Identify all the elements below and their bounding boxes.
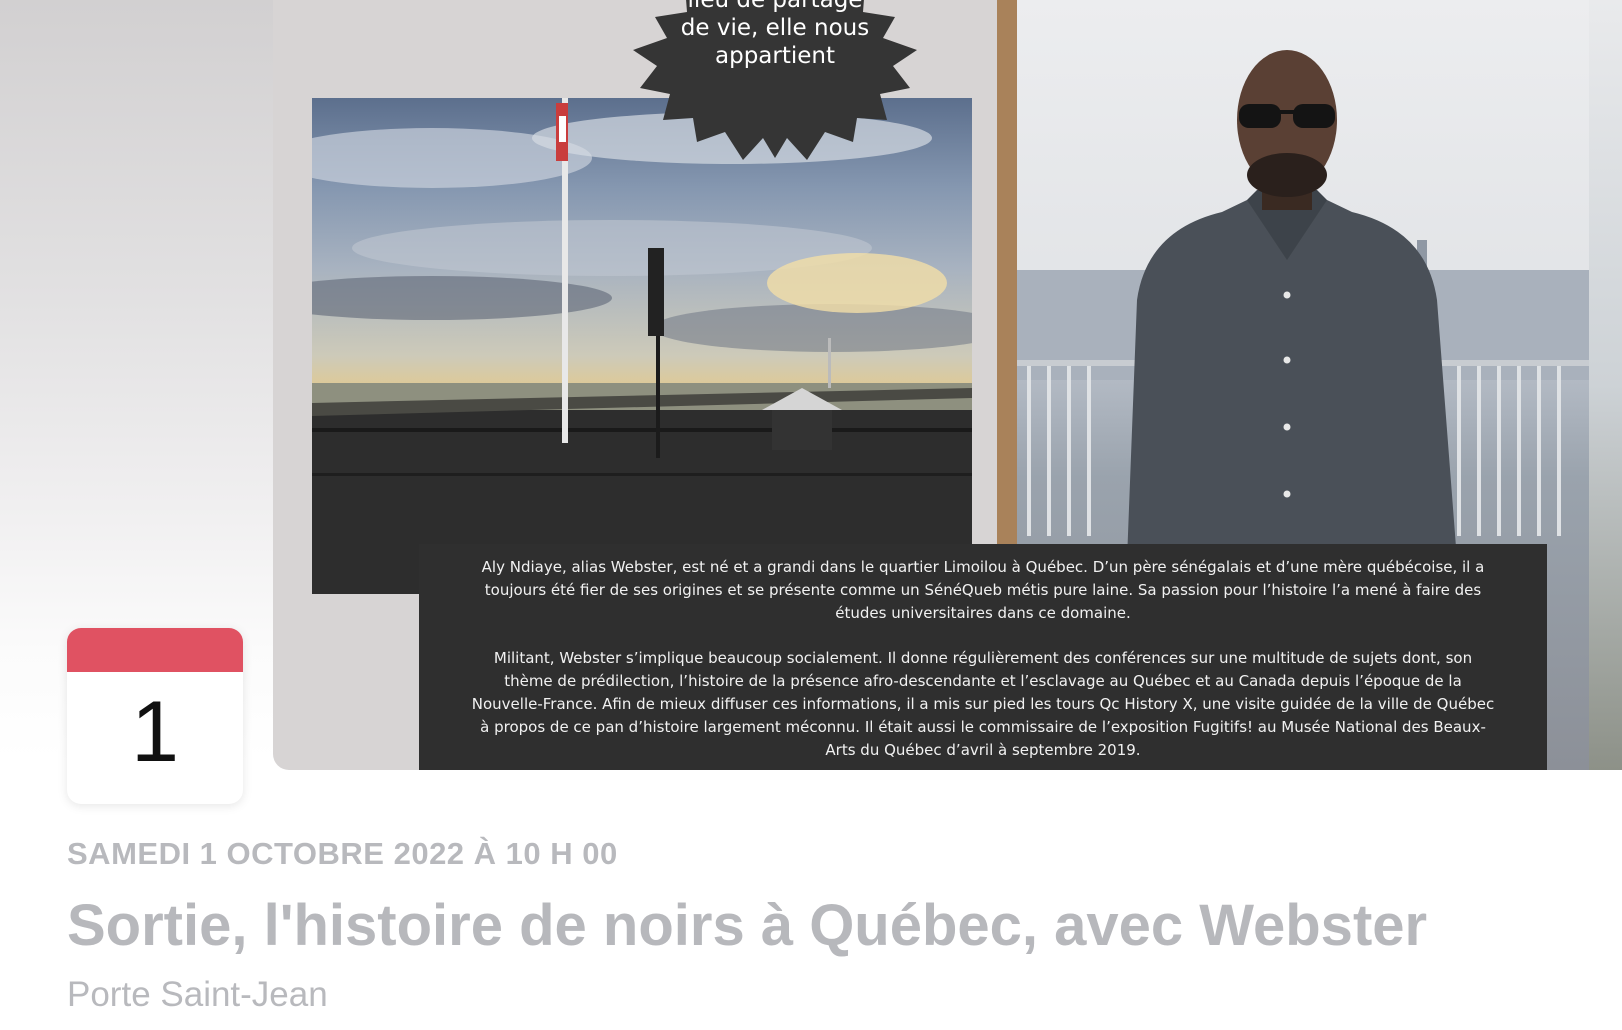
event-location[interactable]: Porte Saint-Jean	[67, 975, 328, 1015]
bio-paragraph-2: Militant, Webster s’implique beaucoup so…	[471, 649, 1495, 759]
sunset-photo	[312, 98, 972, 594]
quote-text: lieu de partage de vie, elle nous appart…	[665, 0, 885, 70]
quote-line-3: appartient	[715, 43, 835, 69]
event-title: Sortie, l'histoire de noirs à Québec, av…	[67, 893, 1428, 958]
calendar-date-badge: 1	[67, 628, 243, 804]
bio-text-box: Aly Ndiaye, alias Webster, est né et a g…	[419, 544, 1547, 770]
event-datetime: SAMEDI 1 OCTOBRE 2022 À 10 H 00	[67, 836, 618, 871]
quote-line-1: lieu de partage	[687, 0, 863, 13]
bio-paragraph-1: Aly Ndiaye, alias Webster, est né et a g…	[481, 558, 1485, 622]
quote-line-2: de vie, elle nous	[680, 15, 870, 41]
calendar-header-strip	[67, 628, 243, 672]
cover-edge-strip	[1589, 0, 1622, 770]
calendar-day-number: 1	[131, 684, 179, 780]
event-cover-image[interactable]: lieu de partage de vie, elle nous appart…	[273, 0, 1622, 770]
